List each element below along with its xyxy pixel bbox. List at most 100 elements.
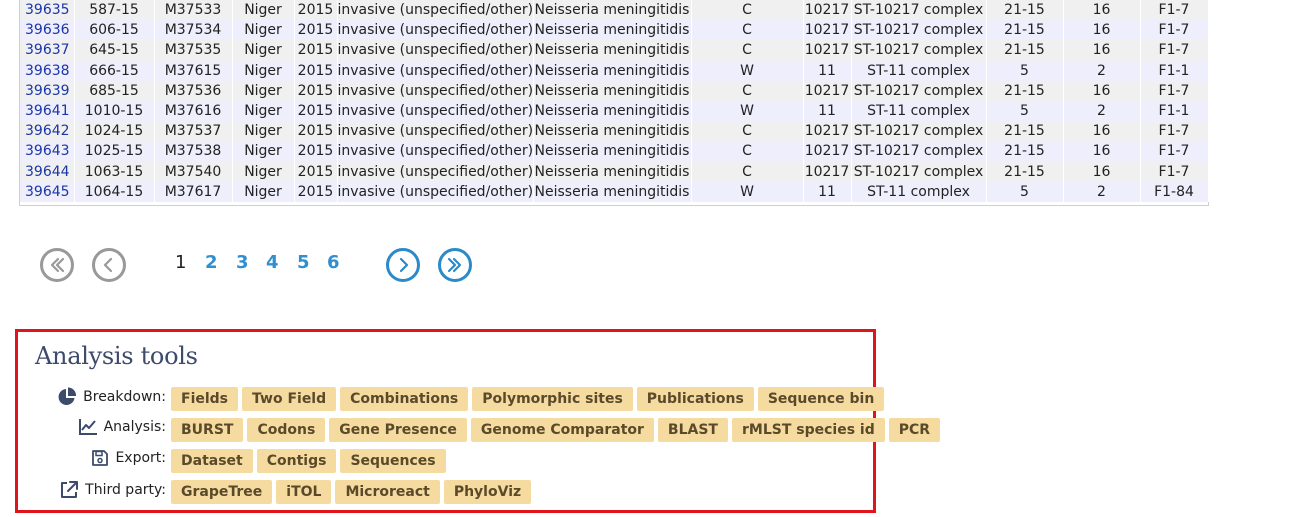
- genome-comparator-button[interactable]: Genome Comparator: [470, 418, 654, 442]
- table-cell: Niger: [232, 40, 295, 61]
- table-cell: 39638: [20, 60, 75, 81]
- table-row: 39638 666-15 M37615 Niger 2015 invasive (unsp…: [20, 60, 1209, 81]
- table-cell: ST-10217 complex: [851, 0, 987, 21]
- codons-button[interactable]: Codons: [247, 418, 326, 442]
- last-page-button[interactable]: [438, 248, 472, 282]
- next-page-button[interactable]: [386, 248, 420, 282]
- table-cell: 606-15: [74, 20, 155, 41]
- table-cell: M37536: [154, 80, 233, 101]
- export-row: Export: Dataset Contigs Sequences: [18, 449, 446, 473]
- analysis-row: Analysis: BURST Codons Gene Presence Gen…: [18, 418, 941, 442]
- isolate-id-link[interactable]: 39641: [25, 103, 70, 119]
- isolate-id-link[interactable]: 39644: [25, 164, 70, 180]
- dataset-button[interactable]: Dataset: [171, 449, 253, 473]
- export-label: Export:: [115, 450, 166, 466]
- table-row: 39644 1063-15 M37540 Niger 2015 invasive (uns…: [20, 161, 1209, 182]
- two-field-button[interactable]: Two Field: [242, 387, 337, 411]
- table-cell: 10217: [803, 161, 852, 182]
- microreact-button[interactable]: Microreact: [335, 480, 440, 504]
- table-row: 39645 1064-15 M37617 Niger 2015 invasive (uns…: [20, 181, 1209, 202]
- table-cell: 2: [1063, 60, 1141, 81]
- table-cell: 16: [1063, 161, 1141, 182]
- isolate-id-link[interactable]: 39642: [25, 123, 70, 139]
- page-link-3[interactable]: 3: [236, 252, 249, 273]
- table-cell: invasive (unspecified/other): [337, 121, 534, 142]
- table-cell: 2: [1063, 100, 1141, 122]
- table-cell: Neisseria meningitidis: [533, 181, 692, 202]
- table-cell: invasive (unspecified/other): [337, 161, 534, 182]
- table-cell: M37535: [154, 40, 233, 61]
- table-cell: invasive (unspecified/other): [337, 60, 534, 81]
- burst-button[interactable]: BURST: [171, 418, 244, 442]
- table-cell: 5: [986, 181, 1064, 202]
- table-row: 39637 645-15 M37535 Niger 2015 invasive (unsp…: [20, 40, 1209, 61]
- table-cell: ST-10217 complex: [851, 141, 987, 162]
- blast-button[interactable]: BLAST: [657, 418, 728, 442]
- isolate-id-link[interactable]: 39637: [25, 42, 70, 58]
- itol-button[interactable]: iTOL: [276, 480, 332, 504]
- table-cell: M37534: [154, 20, 233, 41]
- table-cell: invasive (unspecified/other): [337, 0, 534, 21]
- phyloviz-button[interactable]: PhyloViz: [443, 480, 532, 504]
- table-cell: 39635: [20, 0, 75, 21]
- table-cell: 16: [1063, 121, 1141, 142]
- page-link-4[interactable]: 4: [266, 252, 279, 273]
- contigs-button[interactable]: Contigs: [256, 449, 337, 473]
- table-cell: F1-84: [1140, 181, 1209, 202]
- table-cell: 21-15: [986, 80, 1064, 101]
- rmlst-species-id-button[interactable]: rMLST species id: [731, 418, 885, 442]
- isolate-id-link[interactable]: 39635: [25, 2, 70, 18]
- breakdown-label: Breakdown:: [83, 389, 166, 405]
- isolate-id-link[interactable]: 39645: [25, 184, 70, 200]
- page-link-5[interactable]: 5: [297, 252, 310, 273]
- table-cell: 10217: [803, 121, 852, 142]
- table-cell: 587-15: [74, 0, 155, 21]
- table-cell: 21-15: [986, 121, 1064, 142]
- previous-page-button[interactable]: [92, 248, 126, 282]
- table-cell: 2015: [294, 0, 338, 21]
- table-cell: 2: [1063, 181, 1141, 202]
- table-cell: Niger: [232, 141, 295, 162]
- table-cell: M37538: [154, 141, 233, 162]
- analysis-label: Analysis:: [103, 419, 166, 435]
- grapetree-button[interactable]: GrapeTree: [171, 480, 273, 504]
- table-cell: 2015: [294, 20, 338, 41]
- polymorphic-sites-button[interactable]: Polymorphic sites: [472, 387, 633, 411]
- page-link-6[interactable]: 6: [327, 252, 340, 273]
- table-cell: 39639: [20, 80, 75, 101]
- table-cell: invasive (unspecified/other): [337, 80, 534, 101]
- table-cell: 1064-15: [74, 181, 155, 202]
- fields-button[interactable]: Fields: [171, 387, 239, 411]
- table-cell: 39636: [20, 20, 75, 41]
- isolate-id-link[interactable]: 39638: [25, 63, 70, 79]
- table-cell: M37617: [154, 181, 233, 202]
- table-cell: Neisseria meningitidis: [533, 161, 692, 182]
- gene-presence-button[interactable]: Gene Presence: [329, 418, 467, 442]
- table-cell: 39644: [20, 161, 75, 182]
- isolate-id-link[interactable]: 39636: [25, 22, 70, 38]
- sequence-bin-button[interactable]: Sequence bin: [757, 387, 885, 411]
- table-cell: Niger: [232, 161, 295, 182]
- external-link-icon: [61, 481, 79, 498]
- table-row: 39636 606-15 M37534 Niger 2015 invasive (unsp…: [20, 20, 1209, 41]
- third-party-row: Third party: GrapeTree iTOL Microreact P…: [18, 480, 532, 504]
- table-cell: F1-7: [1140, 121, 1209, 142]
- publications-button[interactable]: Publications: [636, 387, 754, 411]
- sequences-button[interactable]: Sequences: [340, 449, 446, 473]
- pcr-button[interactable]: PCR: [888, 418, 941, 442]
- page-link-2[interactable]: 2: [205, 252, 218, 273]
- table-cell: M37615: [154, 60, 233, 81]
- table-cell: Neisseria meningitidis: [533, 80, 692, 101]
- table-cell: F1-7: [1140, 141, 1209, 162]
- table-cell: 1025-15: [74, 141, 155, 162]
- table-cell: 666-15: [74, 60, 155, 81]
- combinations-button[interactable]: Combinations: [340, 387, 469, 411]
- isolate-id-link[interactable]: 39643: [25, 143, 70, 159]
- table-cell: 2015: [294, 141, 338, 162]
- table-cell: 39645: [20, 181, 75, 202]
- isolate-id-link[interactable]: 39639: [25, 83, 70, 99]
- first-page-button[interactable]: [40, 248, 74, 282]
- table-cell: ST-11 complex: [851, 181, 987, 202]
- table-cell: F1-7: [1140, 80, 1209, 101]
- table-cell: Neisseria meningitidis: [533, 60, 692, 81]
